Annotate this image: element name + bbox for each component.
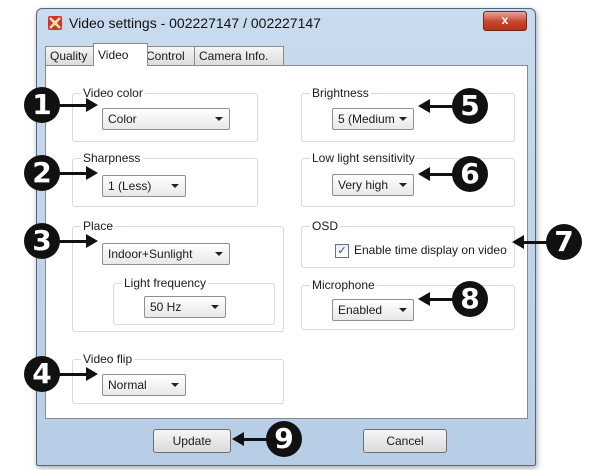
chevron-down-icon bbox=[215, 252, 223, 256]
chevron-down-icon bbox=[399, 117, 407, 121]
light-frequency-select[interactable]: 50 Hz bbox=[144, 296, 226, 318]
callout-9-arrow-icon bbox=[232, 432, 244, 446]
callout-6-arrow-icon bbox=[418, 167, 430, 181]
cancel-button[interactable]: Cancel bbox=[363, 429, 447, 453]
osd-group: OSD ✓ Enable time display on video bbox=[301, 219, 515, 268]
callout-2-number: 2 bbox=[24, 155, 60, 191]
video-flip-group: Video flip Normal bbox=[72, 352, 284, 404]
video-color-group: Video color Color bbox=[72, 86, 258, 142]
tab-camera-info[interactable]: Camera Info. bbox=[194, 46, 284, 65]
callout-2-arrow-icon bbox=[86, 166, 98, 180]
callout-8-number: 8 bbox=[452, 281, 488, 317]
light-frequency-group: Light frequency 50 Hz bbox=[113, 276, 275, 325]
chevron-down-icon bbox=[215, 117, 223, 121]
checkmark-icon: ✓ bbox=[337, 245, 347, 257]
enable-time-display-label[interactable]: Enable time display on video bbox=[354, 243, 507, 257]
microphone-select[interactable]: Enabled bbox=[332, 299, 414, 321]
brightness-select[interactable]: 5 (Medium bbox=[332, 108, 414, 130]
osd-label: OSD bbox=[310, 219, 341, 233]
enable-time-display-checkbox[interactable]: ✓ bbox=[335, 244, 349, 258]
callout-4-arrow-icon bbox=[86, 367, 98, 381]
callout-9-arrow-line bbox=[244, 438, 268, 441]
callout-3-arrow-icon bbox=[86, 234, 98, 248]
callout-4-number: 4 bbox=[24, 356, 60, 392]
window-title: Video settings - 002227147 / 002227147 bbox=[69, 15, 321, 31]
callout-3-number: 3 bbox=[24, 223, 60, 259]
video-flip-select[interactable]: Normal bbox=[102, 374, 186, 396]
low-light-label: Low light sensitivity bbox=[310, 151, 417, 165]
callout-8-arrow-icon bbox=[418, 292, 430, 306]
callout-5-number: 5 bbox=[452, 88, 488, 124]
callout-1-number: 1 bbox=[24, 87, 60, 123]
tab-video[interactable]: Video bbox=[93, 43, 148, 66]
callout-5-arrow-line bbox=[430, 105, 454, 108]
close-icon: x bbox=[501, 13, 509, 27]
callout-7-arrow-line bbox=[524, 241, 548, 244]
place-group: Place Indoor+Sunlight Light frequency 50… bbox=[72, 219, 284, 332]
callout-9-number: 9 bbox=[266, 421, 302, 457]
callout-1-arrow-icon bbox=[86, 98, 98, 112]
callout-7-number: 7 bbox=[546, 224, 582, 260]
callout-6-number: 6 bbox=[452, 156, 488, 192]
callout-3-arrow-line bbox=[58, 240, 86, 243]
callout-7-arrow-icon bbox=[512, 235, 524, 249]
title-bar[interactable]: Video settings - 002227147 / 002227147 x bbox=[37, 9, 535, 37]
callout-5-arrow-icon bbox=[418, 99, 430, 113]
callout-6-arrow-line bbox=[430, 173, 454, 176]
update-button[interactable]: Update bbox=[153, 429, 231, 453]
video-tab-panel: Video color Color Sharpness 1 (Less) Pla… bbox=[45, 65, 528, 419]
place-select[interactable]: Indoor+Sunlight bbox=[102, 243, 230, 265]
tab-control[interactable]: Control bbox=[141, 46, 201, 65]
camera-app-icon bbox=[48, 16, 62, 30]
video-settings-window: Video settings - 002227147 / 002227147 x… bbox=[36, 8, 536, 466]
callout-8-arrow-line bbox=[430, 298, 454, 301]
close-button[interactable]: x bbox=[483, 11, 527, 31]
sharpness-select[interactable]: 1 (Less) bbox=[102, 175, 186, 197]
video-color-select[interactable]: Color bbox=[102, 108, 230, 130]
chevron-down-icon bbox=[211, 305, 219, 309]
light-frequency-label: Light frequency bbox=[122, 276, 209, 290]
chevron-down-icon bbox=[399, 183, 407, 187]
brightness-label: Brightness bbox=[310, 86, 371, 100]
chevron-down-icon bbox=[399, 308, 407, 312]
video-flip-label: Video flip bbox=[81, 352, 135, 366]
sharpness-label: Sharpness bbox=[81, 151, 143, 165]
low-light-select[interactable]: Very high bbox=[332, 174, 414, 196]
chevron-down-icon bbox=[171, 184, 179, 188]
chevron-down-icon bbox=[171, 383, 179, 387]
sharpness-group: Sharpness 1 (Less) bbox=[72, 151, 258, 207]
callout-4-arrow-line bbox=[58, 373, 86, 376]
place-label: Place bbox=[81, 219, 116, 233]
tab-quality[interactable]: Quality bbox=[45, 46, 100, 65]
callout-1-arrow-line bbox=[58, 104, 86, 107]
callout-2-arrow-line bbox=[58, 172, 86, 175]
microphone-label: Microphone bbox=[310, 278, 377, 292]
